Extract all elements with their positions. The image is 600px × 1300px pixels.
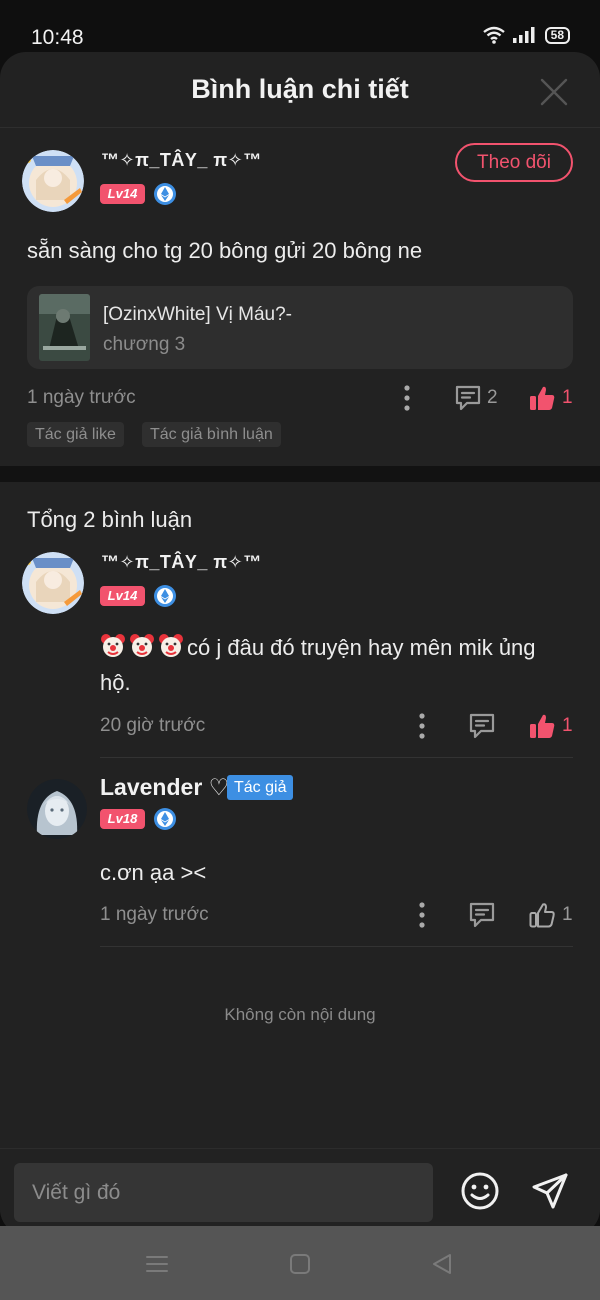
- comment-icon[interactable]: [454, 384, 482, 412]
- thumbs-up-icon[interactable]: [528, 712, 556, 740]
- post-text: sẵn sàng cho tg 20 bông gửi 20 bông ne: [27, 238, 423, 263]
- avatar-image: [27, 779, 87, 839]
- status-icons: 58: [482, 26, 570, 44]
- sheet-title: Bình luận chi tiết: [191, 74, 409, 104]
- comment-time: 20 giờ trước: [100, 715, 206, 736]
- story-title: [OzinxWhite] Vị Máu?-: [103, 304, 292, 325]
- reply-count: 2: [487, 387, 498, 408]
- clown-emoji-icon: [159, 634, 183, 657]
- system-nav-bar: [0, 1226, 600, 1300]
- avatar-image: [22, 552, 84, 614]
- story-card[interactable]: [OzinxWhite] Vị Máu?- chương 3: [27, 286, 573, 369]
- row-divider: [100, 757, 573, 758]
- more-vertical-icon[interactable]: [403, 384, 411, 412]
- clown-emoji-icon: [130, 634, 154, 657]
- total-comments-label: Tổng 2 bình luận: [27, 507, 193, 532]
- comment-text: c.ơn ạa ><: [100, 860, 207, 885]
- wifi-icon: [482, 26, 505, 44]
- post-author-name[interactable]: ™✧π_TÂY_ π✧™: [101, 150, 262, 171]
- send-icon[interactable]: [530, 1171, 570, 1211]
- thumbs-up-icon[interactable]: [528, 901, 556, 929]
- level-badge: Lv18: [100, 809, 145, 829]
- sheet-header: Bình luận chi tiết: [0, 52, 600, 128]
- comment-input-bar: [0, 1148, 600, 1235]
- verified-badge-icon: [154, 585, 176, 607]
- status-time: 10:48: [31, 26, 84, 49]
- avatar[interactable]: [22, 552, 84, 614]
- verified-badge-icon: [154, 808, 176, 830]
- section-divider: [0, 466, 600, 482]
- more-vertical-icon[interactable]: [418, 712, 426, 740]
- tag-author-comment: Tác giả bình luận: [142, 422, 281, 447]
- menu-icon[interactable]: [145, 1252, 169, 1276]
- signal-icon: [512, 27, 535, 43]
- follow-button[interactable]: Theo dõi: [455, 143, 573, 182]
- comment-author-name[interactable]: ™✧π_TÂY_ π✧™: [101, 552, 262, 573]
- comment-input[interactable]: [14, 1163, 433, 1222]
- close-icon[interactable]: [540, 78, 568, 106]
- battery-indicator: 58: [544, 26, 570, 44]
- comment-text-line2: hộ.: [100, 670, 131, 695]
- tag-author-like: Tác giả like: [27, 422, 124, 447]
- row-divider: [100, 946, 573, 947]
- comment-text-line1: có j đâu đó truyện hay mên mik ủng: [187, 635, 536, 660]
- clown-emoji-icon: [101, 634, 125, 657]
- like-count: 1: [562, 904, 573, 925]
- comment-detail-sheet: Bình luận chi tiết ™✧π_TÂY_ π✧™ Lv14 The…: [0, 52, 600, 1235]
- comment-author-name[interactable]: Lavender ♡: [100, 774, 229, 801]
- comment-time: 1 ngày trước: [100, 904, 209, 925]
- story-chapter: chương 3: [103, 334, 186, 355]
- like-count: 1: [562, 387, 573, 408]
- end-of-content-label: Không còn nội dung: [224, 1005, 376, 1024]
- like-count: 1: [562, 715, 573, 736]
- story-cover: [39, 294, 90, 361]
- level-badge: Lv14: [100, 586, 145, 606]
- author-tag: Tác giả: [227, 775, 294, 800]
- smiley-icon[interactable]: [460, 1171, 500, 1211]
- thumbs-up-icon[interactable]: [528, 384, 556, 412]
- avatar[interactable]: [22, 150, 84, 212]
- back-icon[interactable]: [430, 1252, 454, 1276]
- avatar-image: [22, 150, 84, 212]
- comment-icon[interactable]: [468, 901, 496, 929]
- comment-text: có j đâu đó truyện hay mên mik ủng hộ.: [100, 630, 573, 700]
- more-vertical-icon[interactable]: [418, 901, 426, 929]
- verified-badge-icon: [154, 183, 176, 205]
- post-time: 1 ngày trước: [27, 387, 136, 408]
- comment-icon[interactable]: [468, 712, 496, 740]
- home-icon[interactable]: [288, 1252, 312, 1276]
- avatar[interactable]: [27, 779, 87, 839]
- level-badge: Lv14: [100, 184, 145, 204]
